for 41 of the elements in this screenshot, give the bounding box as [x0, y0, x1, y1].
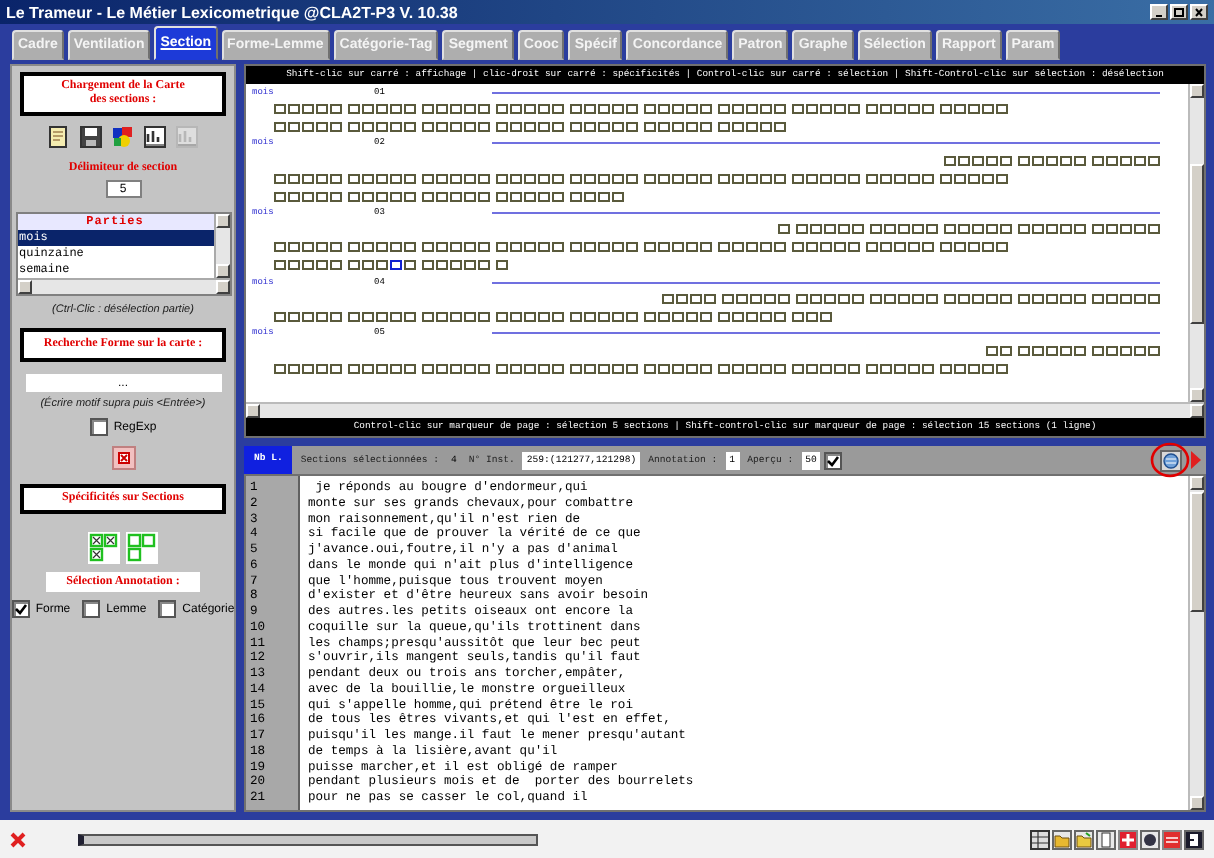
vertical-scrollbar[interactable] [213, 214, 229, 278]
vertical-scrollbar[interactable] [1188, 84, 1204, 402]
page-marker-line[interactable] [492, 211, 1160, 214]
checkbox[interactable] [89, 418, 108, 436]
document-icon[interactable] [1096, 829, 1116, 849]
close-icon [1194, 7, 1204, 17]
highlight-circle [1150, 442, 1190, 478]
horizontal-scrollbar[interactable] [246, 402, 1204, 418]
minimize-button[interactable] [1150, 4, 1168, 20]
cross-icon [117, 452, 129, 464]
vertical-scrollbar[interactable] [1188, 476, 1204, 810]
chart-icon[interactable] [144, 126, 166, 148]
checkbox[interactable] [158, 600, 177, 618]
close-button[interactable] [1190, 4, 1208, 20]
checkbox[interactable] [824, 451, 843, 469]
checkbox[interactable] [82, 600, 101, 618]
note-icon[interactable] [48, 126, 70, 148]
grid-icon[interactable] [88, 532, 120, 564]
maximize-button[interactable] [1170, 4, 1188, 20]
label-icon[interactable] [1162, 829, 1182, 849]
palette-icon[interactable] [112, 126, 134, 148]
page-marker-line[interactable] [492, 332, 1160, 335]
horizontal-scrollbar[interactable] [17, 278, 229, 294]
plus-icon[interactable] [1118, 829, 1138, 849]
check-icon [826, 453, 841, 467]
checkbox[interactable] [11, 600, 30, 618]
window-title: Le Trameur - Le Métier Lexicometrique @CLA2T-P3 V. 10.38 [6, 3, 460, 21]
folder-icon[interactable] [1052, 829, 1072, 849]
folder-icon[interactable] [1074, 829, 1094, 849]
maximize-icon [1174, 7, 1184, 17]
clear-button[interactable] [111, 446, 135, 470]
page-marker-line[interactable] [492, 281, 1160, 284]
save-icon[interactable] [80, 126, 102, 148]
check-icon [13, 602, 28, 616]
exit-icon[interactable] [1184, 829, 1204, 849]
page-marker-line[interactable] [492, 91, 1160, 93]
table-icon[interactable] [1030, 829, 1050, 849]
cross-icon[interactable] [10, 831, 26, 847]
globe-icon[interactable] [1159, 449, 1181, 471]
picture-icon[interactable] [1140, 829, 1160, 849]
page-marker-line[interactable] [492, 142, 1160, 145]
